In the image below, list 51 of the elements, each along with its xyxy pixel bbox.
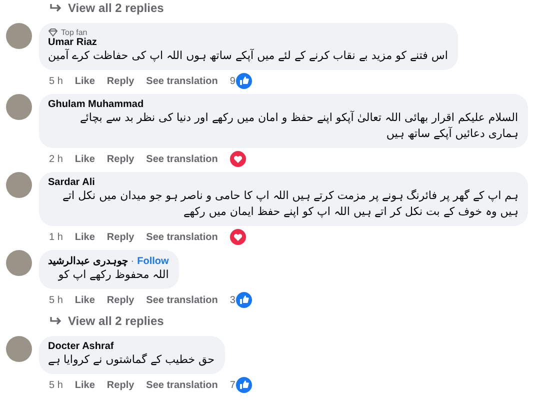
comment-action-link[interactable]: Reply: [106, 154, 134, 164]
reaction-count[interactable]: 7: [230, 380, 236, 390]
author-name[interactable]: Sardar Ali: [48, 177, 95, 188]
comment-action-link[interactable]: Reply: [106, 232, 134, 242]
comment-action-link[interactable]: Reply: [106, 76, 134, 86]
view-replies-link[interactable]: View all 2 replies: [50, 1, 164, 15]
reply-arrow-icon: [50, 3, 62, 13]
comment-action-link[interactable]: See translation: [146, 154, 218, 164]
avatar[interactable]: [6, 172, 32, 198]
comment-action-link[interactable]: Reply: [106, 294, 134, 306]
comment-action-link[interactable]: See translation: [146, 294, 218, 306]
reaction-count[interactable]: 9: [230, 76, 236, 86]
diamond-icon: [48, 28, 58, 37]
comment-action-link[interactable]: See translation: [146, 380, 218, 390]
author-name[interactable]: Umar Riaz: [48, 37, 97, 48]
heart-reaction-icon: [230, 151, 246, 167]
avatar[interactable]: [6, 250, 32, 276]
author-name[interactable]: Ghulam Muhammad: [48, 99, 144, 110]
heart-reaction-icon: [230, 229, 246, 245]
comment-time[interactable]: 5 h: [49, 294, 63, 306]
comment-text: السلام علیکم اقرار بھائی اللہ تعالیٰ آپکو اپنے حفظ و امان میں رکھے اور دنیا کی نظر بد سے بچائے ہماری دعائیں آپکے ساتھ ہیں: [78, 110, 518, 142]
avatar[interactable]: [6, 336, 32, 362]
comment-time[interactable]: 2 h: [49, 154, 63, 164]
comment-action-link[interactable]: Like: [74, 294, 95, 306]
comment-text: حق خطیب کے گماشتوں نے کروایا ہے: [48, 352, 215, 368]
comment-time[interactable]: 5 h: [49, 76, 63, 86]
reaction-count[interactable]: 3: [230, 294, 236, 306]
avatar[interactable]: [6, 94, 32, 120]
author-name[interactable]: Docter Ashraf: [48, 341, 114, 352]
author-name[interactable]: چوہدری عبدالرشید: [48, 255, 128, 267]
comment-action-link[interactable]: See translation: [146, 232, 218, 242]
comment-time[interactable]: 5 h: [49, 380, 63, 390]
follow-link[interactable]: Follow: [137, 256, 169, 266]
comment-text: ہم اپ کے گھر پر فائرنگ ہونے پر مزمت کرتے ہیں اللہ اپ کا حامی و ناصر ہو جو میدان میں نکل اتے ہیں وہ خوف کے بت نکل کر اتے ہیں اللہ اپ کو اپنے حفظ ایمان میں رکھے: [62, 188, 518, 220]
reply-arrow-icon: [50, 316, 62, 326]
comment-text: اس فتنے کو مزید بے نقاب کرنے کے لئے میں آپکے ساتھ ہوں اللہ اپ کی حفاظت کرے آمین: [48, 48, 448, 64]
comment-action-link[interactable]: See translation: [146, 76, 218, 86]
badge-label: Top fan: [61, 28, 88, 37]
view-replies-link[interactable]: View all 2 replies: [50, 314, 164, 328]
comment-action-link[interactable]: Like: [74, 76, 95, 86]
like-reaction-icon: [236, 73, 252, 89]
comment-action-link[interactable]: Like: [74, 380, 95, 390]
separator-dot: ·: [130, 256, 134, 266]
like-reaction-icon: [236, 292, 252, 308]
like-reaction-icon: [236, 377, 252, 393]
avatar[interactable]: [6, 23, 32, 49]
comment-action-link[interactable]: Like: [74, 154, 95, 164]
comment-text: اللہ محفوظ رکھے اپ کو: [56, 267, 169, 283]
comment-time[interactable]: 1 h: [49, 232, 63, 242]
comment-action-link[interactable]: Reply: [106, 380, 134, 390]
comment-action-link[interactable]: Like: [74, 232, 95, 242]
